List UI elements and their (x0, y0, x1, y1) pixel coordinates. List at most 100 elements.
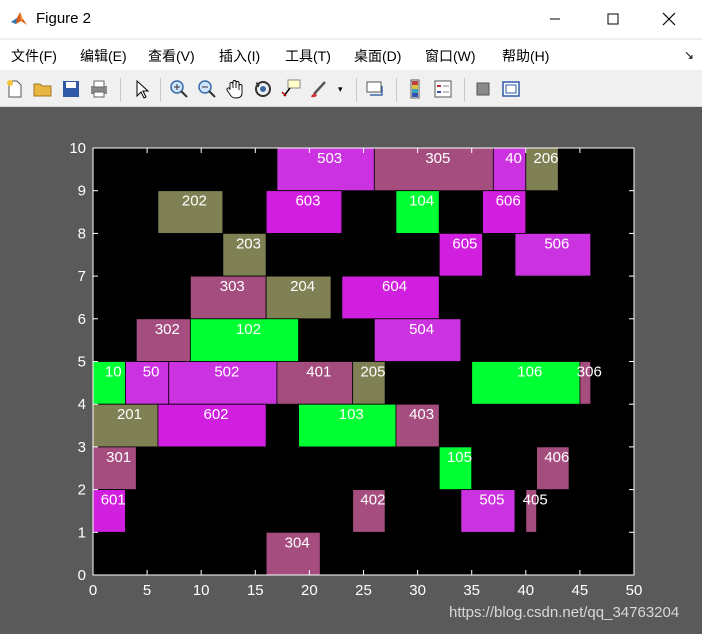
rect-label: 102 (236, 321, 261, 338)
x-tick-label: 45 (572, 582, 589, 599)
maximize-icon (607, 13, 619, 25)
show-plot-tools-icon[interactable] (500, 78, 522, 100)
axes-plot[interactable]: 503 305 40 206202 603 104 606203 605 506303 204 60… (0, 107, 702, 634)
rect-label: 403 (409, 406, 434, 423)
figure-canvas[interactable]: 503 305 40 206 202 603 104 606 203 605 506 303 204 60… (0, 107, 702, 634)
zoom-out-icon[interactable] (196, 78, 218, 100)
x-tick-label: 15 (247, 582, 264, 599)
rect-label: 203 (236, 235, 261, 252)
rotate-icon[interactable] (252, 78, 274, 100)
y-tick-label: 5 (78, 354, 86, 371)
x-tick-label: 0 (89, 582, 97, 599)
minimize-button[interactable] (532, 4, 578, 34)
brush-dropdown-icon[interactable]: ▾ (338, 84, 343, 95)
rect-label: 602 (204, 406, 229, 423)
x-tick-label: 20 (301, 582, 318, 599)
toolbar-separator (120, 78, 121, 102)
data-cursor-icon[interactable] (280, 78, 302, 100)
y-tick-label: 3 (78, 439, 86, 456)
toolbar-separator (160, 78, 161, 102)
rect-label: 402 (360, 492, 385, 509)
rect-label: 205 (360, 364, 385, 381)
x-tick-label: 30 (409, 582, 426, 599)
menu-view[interactable]: 查看(V) (148, 46, 195, 66)
legend-icon[interactable] (432, 78, 454, 100)
x-tick-label: 35 (463, 582, 480, 599)
y-tick-label: 8 (78, 225, 86, 242)
y-tick-label: 0 (78, 567, 86, 584)
new-figure-icon[interactable] (4, 78, 26, 100)
rect-label: 506 (544, 235, 569, 252)
rect-label: 401 (306, 364, 331, 381)
colorbar-icon[interactable] (404, 78, 426, 100)
x-tick-label: 5 (143, 582, 151, 599)
rect-label: 106 (517, 364, 542, 381)
y-tick-label: 10 (69, 140, 86, 157)
rect-label: 306 (577, 364, 602, 381)
pointer-icon[interactable] (130, 78, 152, 100)
rect-label: 10 (105, 364, 122, 381)
save-icon[interactable] (60, 78, 82, 100)
maximize-button[interactable] (590, 4, 636, 34)
x-tick-label: 40 (517, 582, 534, 599)
rect-label: 103 (339, 406, 364, 423)
rect-label: 302 (155, 321, 180, 338)
rect-label: 104 (409, 193, 434, 210)
x-tick-label: 50 (626, 582, 643, 599)
rect-label: 206 (534, 150, 559, 167)
link-plot-icon[interactable] (364, 78, 386, 100)
rect-label: 105 (447, 449, 472, 466)
x-tick-label: 10 (193, 582, 210, 599)
print-icon[interactable] (88, 78, 110, 100)
y-tick-label: 9 (78, 183, 86, 200)
rect-label: 40 (505, 150, 522, 167)
rect-label: 201 (117, 406, 142, 423)
rect-label: 304 (285, 534, 310, 551)
rect-label: 303 (220, 278, 245, 295)
menu-edit[interactable]: 编辑(E) (80, 46, 127, 66)
rect-label: 202 (182, 193, 207, 210)
rect-label: 605 (452, 235, 477, 252)
rect-label: 50 (143, 364, 160, 381)
y-tick-label: 1 (78, 524, 86, 541)
brush-icon[interactable] (308, 78, 330, 100)
rect-label: 601 (101, 492, 126, 509)
rect-label: 504 (409, 321, 434, 338)
menu-desktop[interactable]: 桌面(D) (354, 46, 401, 66)
open-icon[interactable] (32, 78, 54, 100)
menu-window[interactable]: 窗口(W) (425, 46, 476, 66)
arrow-down-right-icon[interactable]: ↘ (684, 48, 694, 62)
hide-plot-tools-icon[interactable] (472, 78, 494, 100)
zoom-in-icon[interactable] (168, 78, 190, 100)
y-tick-label: 6 (78, 311, 86, 328)
menu-tools[interactable]: 工具(T) (285, 46, 331, 66)
title-bar[interactable]: Figure 2 (0, 0, 702, 38)
menu-file[interactable]: 文件(F) (11, 46, 57, 66)
rect-label: 502 (214, 364, 239, 381)
rect-label: 204 (290, 278, 315, 295)
rect-label: 503 (317, 150, 342, 167)
rect-label: 603 (295, 193, 320, 210)
window-title: Figure 2 (36, 10, 92, 27)
y-tick-label: 7 (78, 268, 86, 285)
close-icon (662, 12, 676, 26)
menu-help[interactable]: 帮助(H) (502, 46, 549, 66)
x-tick-label: 25 (355, 582, 372, 599)
rect-label: 305 (425, 150, 450, 167)
y-tick-label: 4 (78, 396, 86, 413)
rect-label: 505 (479, 492, 504, 509)
toolbar-separator (396, 78, 397, 102)
toolbar-separator (356, 78, 357, 102)
close-button[interactable] (646, 4, 692, 34)
rect-label: 406 (544, 449, 569, 466)
rect-label: 606 (496, 193, 521, 210)
toolbar-separator (464, 78, 465, 102)
rect-label: 405 (523, 492, 548, 509)
pan-icon[interactable] (224, 78, 246, 100)
matlab-logo-icon (11, 12, 27, 25)
minimize-icon (550, 18, 560, 20)
menu-insert[interactable]: 插入(I) (219, 46, 260, 66)
figure-window: Figure 2 文件(F) 编辑(E) 查看(V) 插入(I) 工具(T) 桌… (0, 0, 702, 634)
watermark-text: https://blog.csdn.net/qq_34763204 (449, 604, 680, 621)
y-tick-label: 2 (78, 482, 86, 499)
